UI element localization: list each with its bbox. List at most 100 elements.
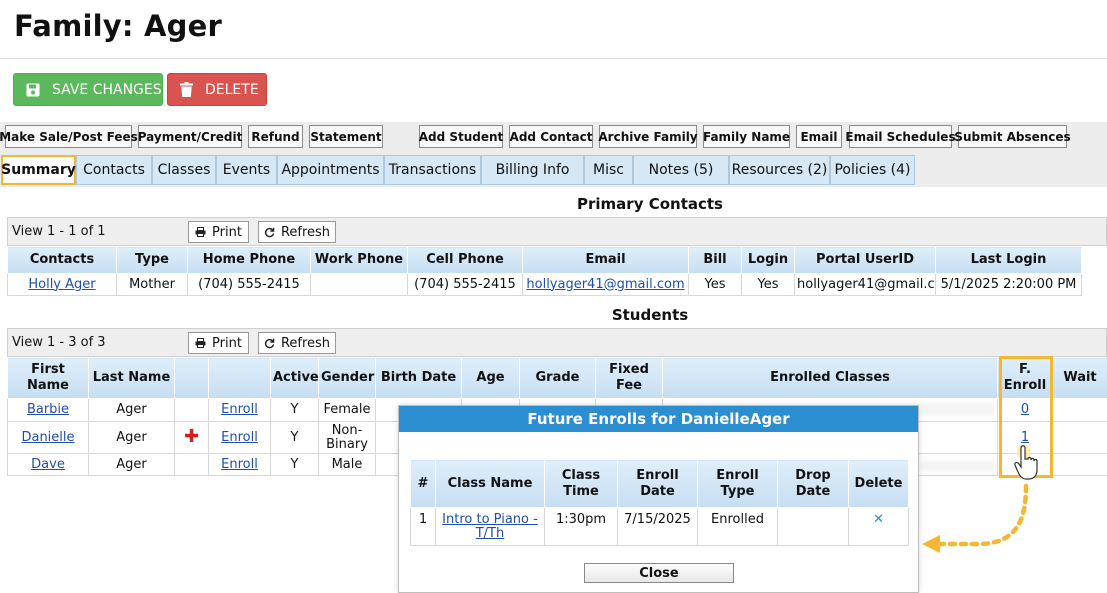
table-row: 1 Intro to Piano - T/Th 1:30pm 7/15/2025… (410, 507, 909, 546)
tab-resources[interactable]: Resources (2) (729, 155, 830, 185)
last-name-cell: Ager (88, 398, 175, 422)
email-button[interactable]: Email (796, 125, 842, 148)
tab-appointments[interactable]: Appointments (277, 155, 384, 185)
tab-policies[interactable]: Policies (4) (830, 155, 915, 185)
primary-contacts-viewbar (7, 217, 1107, 246)
tab-summary[interactable]: Summary (1, 155, 76, 185)
tab-misc[interactable]: Misc (584, 155, 633, 185)
first-name-cell: Barbie (7, 398, 89, 422)
gender-cell: Non-Binary (318, 421, 376, 454)
class-name-link[interactable]: Intro to Piano - T/Th (442, 512, 538, 541)
enroll-type-cell: Enrolled (697, 507, 778, 546)
primary-contacts-table: Contacts Type Home Phone Work Phone Cell… (7, 246, 1082, 296)
column-header-home-phone[interactable]: Home Phone (187, 246, 311, 274)
column-header-bill[interactable]: Bill (688, 246, 742, 274)
wait-cell (1052, 453, 1107, 476)
column-header-last-name[interactable]: Last Name (88, 357, 175, 399)
column-header-f-enroll[interactable]: F. Enroll (997, 357, 1053, 399)
save-changes-label: SAVE CHANGES (52, 81, 162, 98)
column-header-contacts[interactable]: Contacts (7, 246, 117, 274)
column-header-last-login[interactable]: Last Login (935, 246, 1082, 274)
primary-contacts-header-row: Contacts Type Home Phone Work Phone Cell… (7, 246, 1082, 274)
row-number-cell: 1 (410, 507, 436, 546)
column-header-active[interactable]: Active (270, 357, 319, 399)
home-phone-cell: (704) 555-2415 (187, 273, 311, 296)
header-divider (0, 58, 1107, 59)
enroll-link[interactable]: Enroll (221, 430, 258, 445)
column-header-birth-date[interactable]: Birth Date (375, 357, 462, 399)
column-header-email[interactable]: Email (522, 246, 689, 274)
submit-absences-button[interactable]: Submit Absences (954, 125, 1071, 148)
column-header-type[interactable]: Type (116, 246, 188, 274)
email-schedules-button[interactable]: Email Schedules (845, 125, 956, 148)
student-name-link[interactable]: Dave (31, 457, 65, 472)
save-changes-button[interactable]: SAVE CHANGES (13, 73, 163, 106)
enroll-link[interactable]: Enroll (221, 457, 258, 472)
login-cell: Yes (741, 273, 795, 296)
email-link[interactable]: hollyager41@gmail.com (526, 277, 684, 292)
blurred-text (920, 461, 995, 471)
primary-contacts-refresh-button[interactable]: Refresh (258, 221, 336, 243)
make-sale-button[interactable]: Make Sale/Post Fees (0, 125, 138, 148)
active-cell: Y (270, 421, 319, 454)
enroll-cell: Enroll (208, 453, 271, 476)
print-label: Print (212, 335, 242, 351)
bill-cell: Yes (688, 273, 742, 296)
primary-contacts-view-count: View 1 - 1 of 1 (12, 224, 106, 239)
archive-family-button[interactable]: Archive Family (598, 125, 698, 148)
students-refresh-button[interactable]: Refresh (258, 332, 336, 354)
tab-events[interactable]: Events (216, 155, 277, 185)
print-label: Print (212, 224, 242, 240)
column-header-age[interactable]: Age (461, 357, 520, 399)
tab-billing-info[interactable]: Billing Info (481, 155, 584, 185)
medical-cell: ✚ (174, 421, 209, 454)
medical-cross-icon[interactable]: ✚ (184, 426, 199, 447)
add-contact-button[interactable]: Add Contact (509, 125, 593, 148)
drop-date-cell (777, 507, 849, 546)
column-header-fixed-fee[interactable]: Fixed Fee (595, 357, 663, 399)
close-button[interactable]: Close (584, 563, 734, 583)
family-name-button[interactable]: Family Name (703, 125, 790, 148)
printer-icon (195, 338, 206, 348)
column-header-work-phone[interactable]: Work Phone (310, 246, 408, 274)
refresh-label: Refresh (280, 335, 331, 351)
students-print-button[interactable]: Print (188, 332, 249, 354)
refund-button[interactable]: Refund (248, 125, 303, 148)
contact-name-link[interactable]: Holly Ager (28, 277, 95, 292)
column-header-cell-phone[interactable]: Cell Phone (407, 246, 523, 274)
blurred-text (920, 403, 995, 415)
f-enroll-link[interactable]: 0 (1021, 402, 1029, 417)
statement-button[interactable]: Statement (309, 125, 383, 148)
last-name-cell: Ager (88, 453, 175, 476)
tab-classes[interactable]: Classes (152, 155, 216, 185)
f-enroll-cell: 0 (997, 398, 1053, 422)
column-header-first-name[interactable]: First Name (7, 357, 89, 399)
delete-button[interactable]: DELETE (167, 73, 267, 106)
medical-cell (174, 453, 209, 476)
refresh-icon (264, 227, 275, 237)
class-name-cell: Intro to Piano - T/Th (435, 507, 545, 546)
student-name-link[interactable]: Danielle (21, 430, 74, 445)
add-student-button[interactable]: Add Student (419, 125, 503, 148)
tab-notes[interactable]: Notes (5) (633, 155, 729, 185)
column-header-grade[interactable]: Grade (519, 357, 596, 399)
column-header-enroll (208, 357, 271, 399)
column-header-portal-userid[interactable]: Portal UserID (794, 246, 936, 274)
active-cell: Y (270, 398, 319, 422)
column-header-wait[interactable]: Wait (1052, 357, 1107, 399)
delete-enroll-icon[interactable]: ✕ (848, 507, 909, 546)
column-header-enroll-type: Enroll Type (697, 459, 778, 508)
student-name-link[interactable]: Barbie (27, 402, 69, 417)
contact-name-cell: Holly Ager (7, 273, 117, 296)
active-cell: Y (270, 453, 319, 476)
payment-credit-button[interactable]: Payment/Credit (138, 125, 242, 148)
column-header-gender[interactable]: Gender (318, 357, 376, 399)
column-header-login[interactable]: Login (741, 246, 795, 274)
enroll-link[interactable]: Enroll (221, 402, 258, 417)
tab-transactions[interactable]: Transactions (384, 155, 481, 185)
tab-contacts[interactable]: Contacts (76, 155, 152, 185)
column-header-delete: Delete (848, 459, 909, 508)
primary-contacts-print-button[interactable]: Print (188, 221, 249, 243)
column-header-enrolled-classes[interactable]: Enrolled Classes (662, 357, 998, 399)
primary-contacts-title: Primary Contacts (577, 195, 723, 213)
